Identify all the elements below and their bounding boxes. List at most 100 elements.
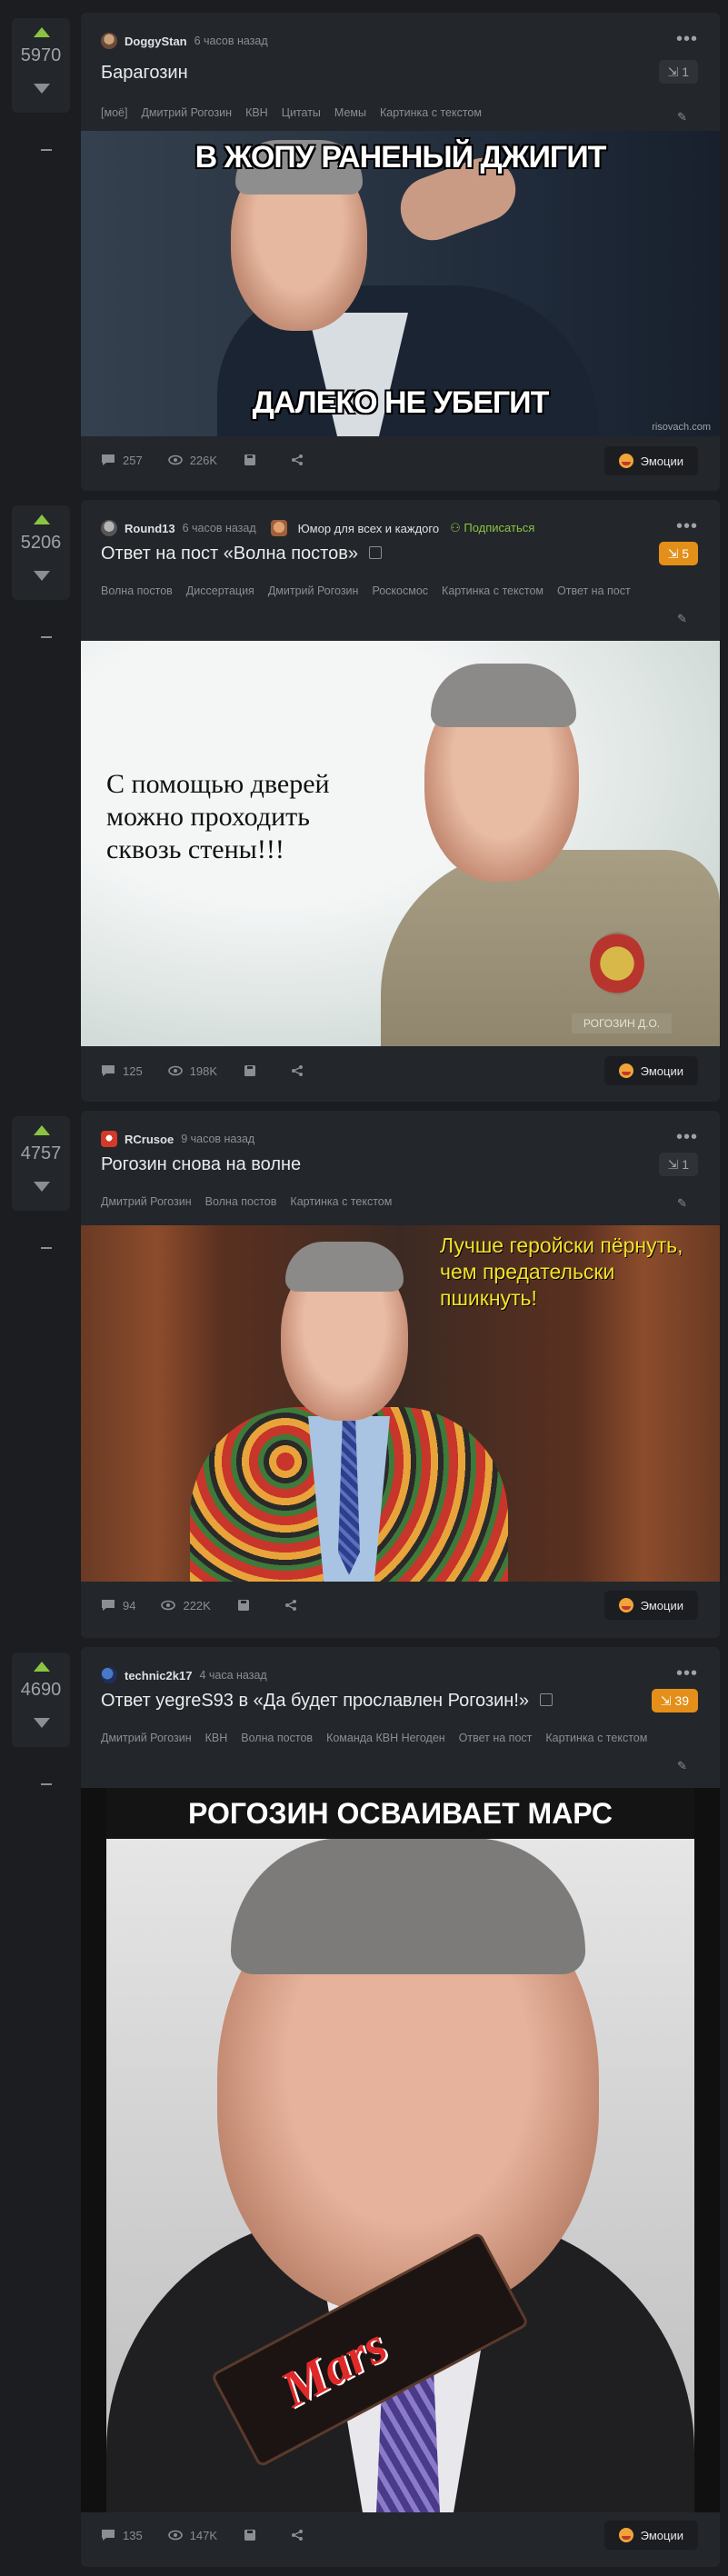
post-image[interactable]: Mars РОГОЗИН ОСВАИВАЕТ МАРС bbox=[81, 1788, 720, 2512]
share-button[interactable] bbox=[284, 1599, 305, 1612]
share-button[interactable] bbox=[290, 2529, 312, 2541]
post-meta: RCrusoe 9 часов назад bbox=[101, 1131, 254, 1147]
tag[interactable]: Картинка с текстом bbox=[380, 106, 482, 119]
post-count-badge[interactable]: ⇲ 5 bbox=[658, 542, 698, 565]
tag[interactable]: Команда КВН Негоден bbox=[326, 1732, 445, 1744]
post-count-badge[interactable]: ⇲ 1 bbox=[658, 60, 698, 84]
tag[interactable]: Дмитрий Рогозин bbox=[268, 584, 359, 597]
post-title[interactable]: Рогозин снова на волне bbox=[101, 1154, 301, 1175]
external-link-icon[interactable] bbox=[369, 545, 382, 559]
tag[interactable]: Роскосмос bbox=[372, 584, 428, 597]
post-count: 1 bbox=[682, 1157, 689, 1172]
author-name[interactable]: Round13 bbox=[125, 522, 175, 535]
avatar[interactable] bbox=[101, 1131, 117, 1147]
post-title[interactable]: Барагозин bbox=[101, 63, 188, 84]
post-image[interactable]: В ЖОПУ РАНЕНЫЙ ДЖИГИТ ДАЛЕКО НЕ УБЕГИТ r… bbox=[81, 131, 720, 436]
tag[interactable]: Волна постов bbox=[101, 584, 173, 597]
comments-button[interactable]: 257 bbox=[101, 454, 143, 467]
hide-post-button[interactable] bbox=[41, 636, 52, 638]
post-image[interactable]: РОГОЗИН Д.О. С помощью дверей можно прох… bbox=[81, 641, 720, 1046]
post-title[interactable]: Ответ yegreS93 в «Да будет прославлен Ро… bbox=[101, 1691, 553, 1712]
emotions-button[interactable]: Эмоции bbox=[603, 446, 698, 475]
share-button[interactable] bbox=[290, 1064, 312, 1077]
more-options-icon[interactable]: ••• bbox=[676, 30, 698, 48]
upvote-arrow-icon[interactable] bbox=[34, 27, 50, 37]
avatar[interactable] bbox=[101, 1667, 117, 1683]
tag[interactable]: Волна постов bbox=[241, 1732, 313, 1744]
downvote-arrow-icon[interactable] bbox=[34, 571, 50, 581]
post-card: RCrusoe 9 часов назад ••• Рогозин снова … bbox=[81, 1111, 720, 1638]
views: 198K bbox=[167, 1064, 217, 1078]
author-name[interactable]: RCrusoe bbox=[125, 1133, 174, 1146]
emotions-label: Эмоции bbox=[640, 1598, 683, 1612]
emotions-button[interactable]: Эмоции bbox=[603, 1056, 698, 1085]
avatar[interactable] bbox=[101, 520, 117, 536]
tag[interactable]: Мемы bbox=[334, 106, 366, 119]
tag[interactable]: Картинка с текстом bbox=[545, 1732, 647, 1744]
tag[interactable]: Дмитрий Рогозин bbox=[101, 1732, 192, 1744]
emblem-shape bbox=[590, 932, 644, 995]
tag[interactable]: Ответ на пост bbox=[459, 1732, 533, 1744]
comments-button[interactable]: 135 bbox=[101, 2529, 143, 2542]
tag-list: [моё] Дмитрий Рогозин КВН Цитаты Мемы Картинк… bbox=[101, 106, 495, 119]
vote-box: 5206 bbox=[12, 505, 70, 600]
tag[interactable]: Картинка с текстом bbox=[442, 584, 544, 597]
downvote-arrow-icon[interactable] bbox=[34, 1182, 50, 1192]
upvote-arrow-icon[interactable] bbox=[34, 1125, 50, 1135]
hide-post-button[interactable] bbox=[41, 149, 52, 151]
author-name[interactable]: DoggyStan bbox=[125, 35, 187, 48]
more-options-icon[interactable]: ••• bbox=[676, 517, 698, 535]
vote-rail: 4757 bbox=[12, 1116, 70, 1249]
tag[interactable]: [моё] bbox=[101, 106, 127, 119]
tag[interactable]: Картинка с текстом bbox=[290, 1195, 392, 1208]
upvote-arrow-icon[interactable] bbox=[34, 1662, 50, 1672]
avatar[interactable] bbox=[101, 33, 117, 49]
more-options-icon[interactable]: ••• bbox=[676, 1128, 698, 1146]
downvote-arrow-icon[interactable] bbox=[34, 1718, 50, 1728]
upvote-arrow-icon[interactable] bbox=[34, 514, 50, 524]
community-name[interactable]: Юмор для всех и каждого bbox=[298, 522, 439, 535]
hide-post-button[interactable] bbox=[41, 1783, 52, 1785]
edit-tags-icon[interactable]: ✎ bbox=[677, 1759, 688, 1772]
vote-rail: 5206 bbox=[12, 505, 70, 638]
comments-button[interactable]: 125 bbox=[101, 1064, 143, 1078]
emotions-button[interactable]: Эмоции bbox=[603, 1591, 698, 1620]
hide-post-button[interactable] bbox=[41, 1247, 52, 1249]
save-button[interactable] bbox=[243, 454, 264, 466]
post-image[interactable]: Лучше геройски пёрнуть, чем предательски… bbox=[81, 1225, 720, 1582]
downvote-arrow-icon[interactable] bbox=[34, 84, 50, 94]
tag[interactable]: КВН bbox=[205, 1732, 228, 1744]
share-button[interactable] bbox=[290, 454, 312, 466]
edit-tags-icon[interactable]: ✎ bbox=[677, 1196, 688, 1210]
tag[interactable]: Ответ на пост bbox=[557, 584, 631, 597]
post-2: 5206 Round13 6 часов назад Юмор для всех… bbox=[0, 500, 728, 1102]
external-link-icon[interactable] bbox=[540, 1692, 553, 1706]
tag[interactable]: Волна постов bbox=[205, 1195, 277, 1208]
community-avatar[interactable] bbox=[270, 520, 287, 536]
more-options-icon[interactable]: ••• bbox=[676, 1664, 698, 1682]
emoji-icon bbox=[618, 1063, 633, 1078]
tag[interactable]: Дмитрий Рогозин bbox=[141, 106, 232, 119]
edit-tags-icon[interactable]: ✎ bbox=[677, 110, 688, 124]
subscribe-link[interactable]: ⚇ Подписаться bbox=[450, 521, 534, 535]
post-4: 4690 technic2k17 4 часа назад ••• Ответ … bbox=[0, 1647, 728, 2567]
author-name[interactable]: technic2k17 bbox=[125, 1669, 192, 1682]
save-button[interactable] bbox=[243, 2529, 264, 2541]
post-title[interactable]: Ответ на пост «Волна постов» bbox=[101, 544, 382, 564]
post-meta: Round13 6 часов назад Юмор для всех и ка… bbox=[101, 520, 534, 536]
tag[interactable]: Цитаты bbox=[282, 106, 321, 119]
tag[interactable]: КВН bbox=[245, 106, 268, 119]
post-count-badge[interactable]: ⇲ 1 bbox=[658, 1153, 698, 1176]
save-button[interactable] bbox=[236, 1599, 258, 1612]
tag[interactable]: Дмитрий Рогозин bbox=[101, 1195, 192, 1208]
save-button[interactable] bbox=[243, 1064, 264, 1077]
edit-tags-icon[interactable]: ✎ bbox=[677, 612, 688, 625]
emoji-icon bbox=[618, 2528, 633, 2542]
tag[interactable]: Диссертация bbox=[186, 584, 254, 597]
post-count-badge[interactable]: ⇲ 39 bbox=[651, 1689, 698, 1712]
emotions-button[interactable]: Эмоции bbox=[603, 2521, 698, 2550]
emoji-icon bbox=[618, 454, 633, 468]
comments-button[interactable]: 94 bbox=[101, 1599, 135, 1612]
comment-icon bbox=[102, 1600, 115, 1611]
comments-count: 94 bbox=[123, 1598, 136, 1612]
